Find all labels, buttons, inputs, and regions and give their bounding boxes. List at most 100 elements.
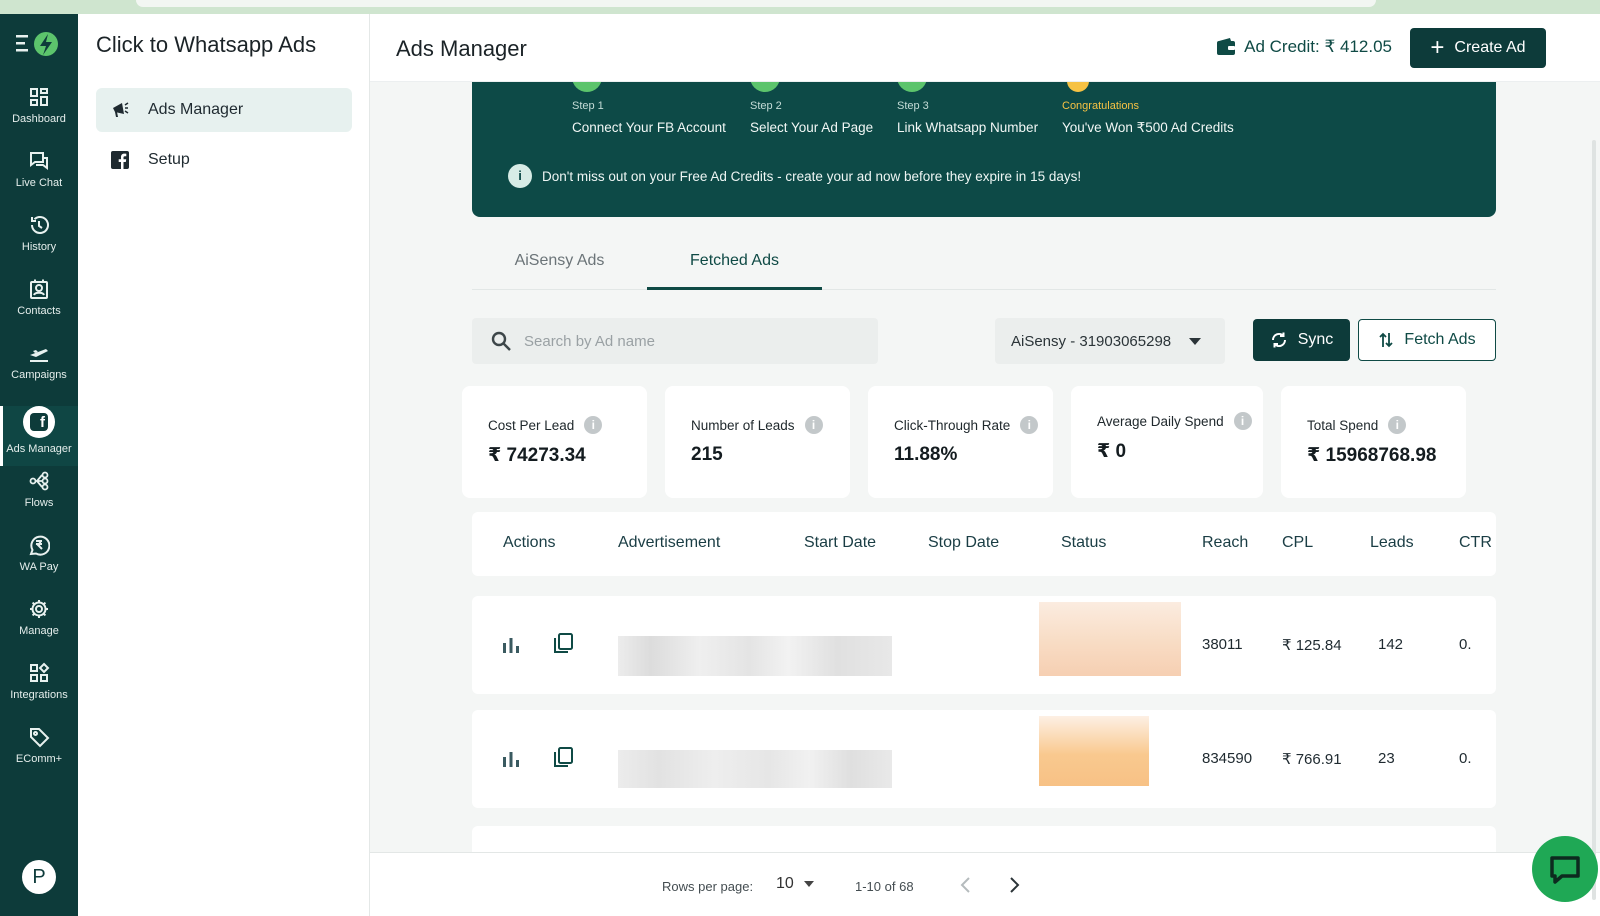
aisensy-logo-icon[interactable] bbox=[14, 30, 62, 58]
stat-label: Total Spend bbox=[1307, 417, 1379, 433]
fetch-ads-label: Fetch Ads bbox=[1404, 331, 1476, 348]
sync-button[interactable]: Sync bbox=[1253, 319, 1350, 361]
step-number: Step 3 bbox=[897, 100, 929, 112]
rail-item-live-chat[interactable]: Live Chat bbox=[0, 150, 78, 210]
create-ad-button[interactable]: + Create Ad bbox=[1410, 28, 1546, 68]
column-leads[interactable]: Leads bbox=[1370, 534, 1414, 552]
rail-item-campaigns[interactable]: Campaigns bbox=[0, 342, 78, 402]
check-icon bbox=[572, 82, 602, 92]
advertisement-thumbnail bbox=[618, 636, 892, 676]
sync-icon bbox=[1271, 332, 1286, 348]
rail-item-integrations[interactable]: Integrations bbox=[0, 662, 78, 722]
reach-cell: 834590 bbox=[1202, 750, 1253, 767]
main-content: Step 1 Connect Your FB Account Step 2 Se… bbox=[370, 82, 1600, 852]
chat-bubble-icon bbox=[1550, 856, 1580, 884]
bar-chart-icon[interactable] bbox=[500, 748, 522, 770]
fetch-ads-button[interactable]: Fetch Ads bbox=[1358, 319, 1496, 361]
address-bar[interactable] bbox=[136, 0, 1376, 7]
rail-item-contacts[interactable]: Contacts bbox=[0, 278, 78, 338]
search-box bbox=[472, 318, 878, 364]
column-cpl[interactable]: CPL bbox=[1282, 534, 1313, 552]
chat-icon bbox=[30, 152, 48, 170]
sidebar-item-ads-manager[interactable]: Ads Manager bbox=[96, 88, 352, 132]
stat-label: Click-Through Rate bbox=[894, 417, 1011, 433]
info-icon[interactable]: i bbox=[584, 416, 603, 434]
next-page-icon[interactable] bbox=[1002, 873, 1026, 897]
create-ad-label: Create Ad bbox=[1454, 39, 1526, 56]
step-number: Step 2 bbox=[750, 100, 782, 112]
advertisement-thumbnail bbox=[618, 750, 892, 788]
rows-per-page-select[interactable]: 10 bbox=[776, 875, 814, 893]
column-status[interactable]: Status bbox=[1061, 534, 1106, 552]
cpl-cell: ₹ 125.84 bbox=[1282, 637, 1342, 654]
rail-item-history[interactable]: History bbox=[0, 214, 78, 274]
copy-icon[interactable] bbox=[552, 632, 574, 654]
previous-page-icon[interactable] bbox=[954, 873, 978, 897]
rail-item-wa-pay[interactable]: WA Pay bbox=[0, 534, 78, 594]
column-advertisement[interactable]: Advertisement bbox=[618, 534, 720, 552]
support-chat-button[interactable] bbox=[1532, 836, 1598, 902]
browser-tab-strip bbox=[0, 0, 1600, 14]
rail-item-ecomm[interactable]: EComm+ bbox=[0, 726, 78, 786]
rail-label: Integrations bbox=[10, 689, 68, 701]
info-icon[interactable]: i bbox=[804, 416, 823, 434]
stat-value: ₹ 0 bbox=[1097, 441, 1127, 462]
stat-label: Number of Leads bbox=[691, 417, 795, 433]
pagination-bar: Rows per page: 10 1-10 of 68 bbox=[370, 852, 1600, 916]
tab-fetched-ads[interactable]: Fetched Ads bbox=[647, 236, 822, 290]
column-stop-date[interactable]: Stop Date bbox=[928, 534, 999, 552]
secondary-sidebar: Click to Whatsapp Ads Ads Manager Setup bbox=[78, 14, 370, 916]
column-start-date[interactable]: Start Date bbox=[804, 534, 876, 552]
rail-label: Contacts bbox=[17, 305, 61, 317]
search-input[interactable] bbox=[524, 332, 864, 350]
stat-average-daily-spend: Average Daily Spend i ₹ 0 bbox=[1071, 386, 1263, 498]
gear-icon bbox=[30, 600, 48, 618]
sidebar-item-setup[interactable]: Setup bbox=[96, 138, 352, 182]
rail-label: Live Chat bbox=[15, 177, 63, 189]
sidebar-item-label: Ads Manager bbox=[148, 101, 244, 118]
ads-tabs: AiSensy Ads Fetched Ads bbox=[472, 236, 1496, 290]
ad-account-value: AiSensy - 31903065298 bbox=[1011, 332, 1172, 350]
copy-icon[interactable] bbox=[552, 746, 574, 768]
table-row[interactable]: 38011 ₹ 125.84 142 0. bbox=[472, 596, 1496, 694]
tab-aisensy-ads[interactable]: AiSensy Ads bbox=[472, 236, 647, 290]
sidebar-title: Click to Whatsapp Ads bbox=[96, 32, 317, 57]
check-icon bbox=[750, 82, 780, 92]
rail-item-dashboard[interactable]: Dashboard bbox=[0, 86, 78, 146]
bar-chart-icon[interactable] bbox=[500, 634, 522, 656]
rupee-icon bbox=[29, 535, 50, 556]
table-row[interactable] bbox=[472, 826, 1496, 852]
column-reach[interactable]: Reach bbox=[1202, 534, 1248, 552]
column-ctr[interactable]: CTR bbox=[1459, 534, 1492, 552]
table-row[interactable]: 834590 ₹ 766.91 23 0. bbox=[472, 710, 1496, 808]
rail-item-ads-manager[interactable]: f Ads Manager bbox=[0, 406, 78, 466]
dashboard-icon bbox=[30, 88, 48, 106]
info-icon[interactable]: i bbox=[1388, 416, 1407, 434]
info-icon[interactable]: i bbox=[1233, 412, 1252, 430]
reach-cell: 38011 bbox=[1202, 636, 1243, 653]
rail-label: WA Pay bbox=[19, 561, 59, 573]
rail-item-manage[interactable]: Manage bbox=[0, 598, 78, 658]
wallet-icon bbox=[1217, 38, 1236, 55]
step-label: You've Won ₹500 Ad Credits bbox=[1062, 120, 1234, 135]
avatar[interactable]: P bbox=[22, 860, 56, 894]
trophy-icon bbox=[1067, 82, 1089, 92]
stat-cost-per-lead: Cost Per Lead i ₹ 74273.34 bbox=[462, 386, 647, 498]
rail-label: EComm+ bbox=[15, 753, 63, 765]
contacts-icon bbox=[30, 279, 48, 299]
rail-label: Campaigns bbox=[11, 369, 67, 381]
rows-per-page-value: 10 bbox=[776, 875, 794, 892]
stat-label: Cost Per Lead bbox=[488, 417, 575, 433]
rail-item-flows[interactable]: Flows bbox=[0, 470, 78, 530]
plus-icon: + bbox=[1430, 34, 1445, 61]
facebook-icon: f bbox=[23, 406, 55, 438]
info-icon: i bbox=[508, 164, 532, 188]
ad-account-select[interactable]: AiSensy - 31903065298 bbox=[995, 318, 1225, 364]
page-scrollbar[interactable] bbox=[1592, 140, 1596, 900]
step-number: Congratulations bbox=[1062, 100, 1140, 112]
stat-value: ₹ 15968768.98 bbox=[1307, 445, 1437, 466]
rail-label: Ads Manager bbox=[6, 443, 72, 455]
column-actions: Actions bbox=[503, 534, 556, 551]
info-icon[interactable]: i bbox=[1020, 416, 1039, 434]
main-rail: Dashboard Live Chat History Contacts Cam… bbox=[0, 14, 78, 916]
